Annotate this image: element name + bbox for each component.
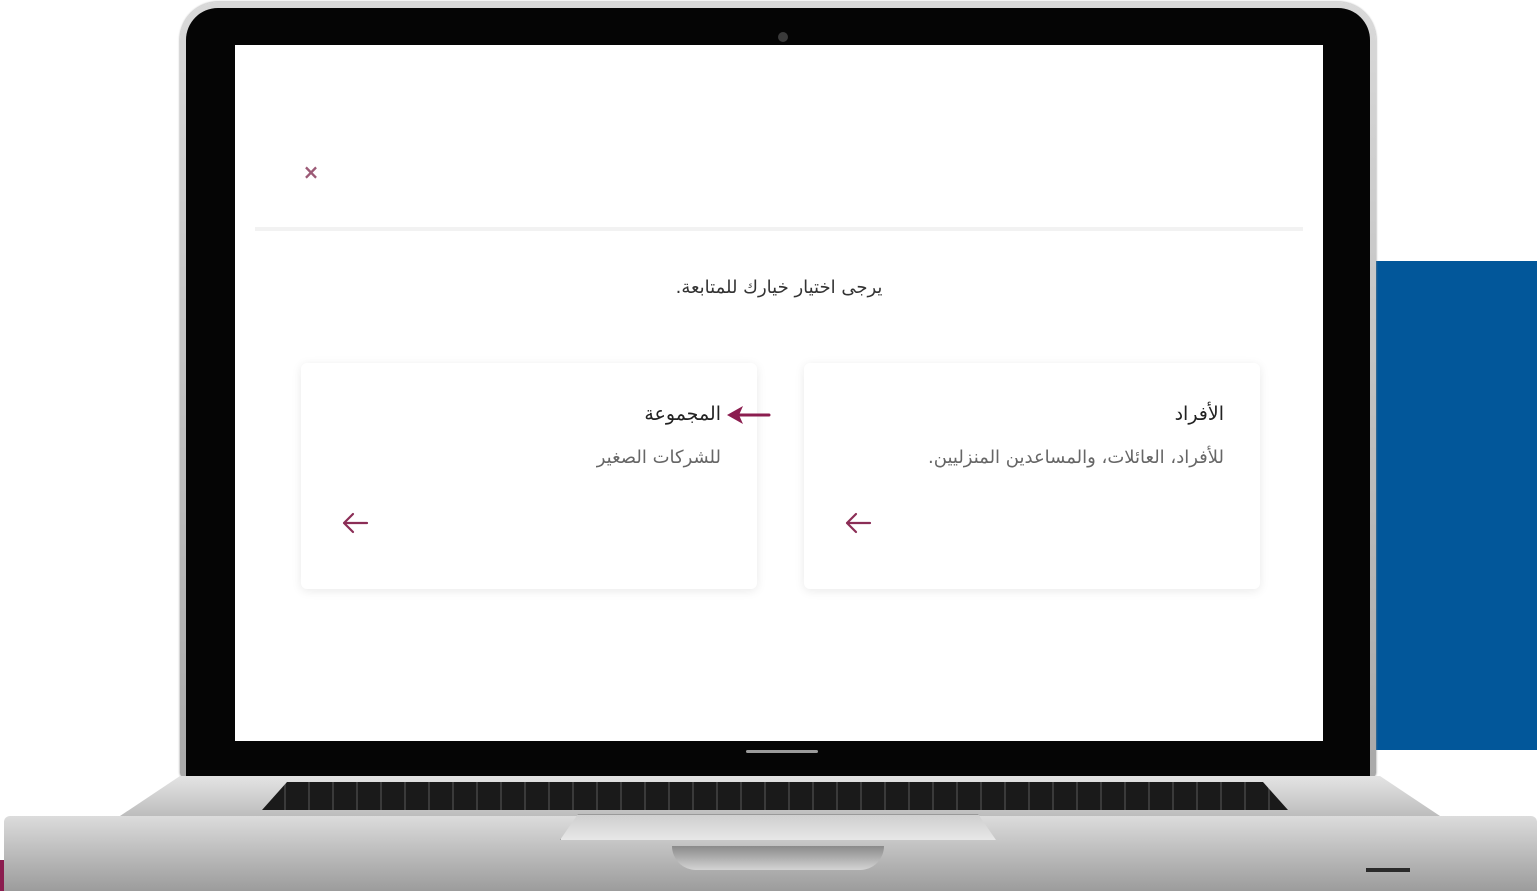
laptop-status-light [1366,868,1410,872]
card-title: الأفراد [1174,403,1224,425]
option-card-group[interactable]: المجموعة للشركات الصغير [301,363,757,589]
page-subtitle: يرجى اختيار خيارك للمتابعة. [675,277,883,298]
card-title: المجموعة [644,403,721,425]
background-blue-panel [1376,261,1537,750]
pointer-arrow-icon [725,403,771,427]
laptop-opening-lip [672,846,884,870]
option-card-individuals[interactable]: الأفراد للأفراد، العائلات، والمساعدين ال… [804,363,1260,589]
laptop-screen: × يرجى اختيار خيارك للمتابعة. الأفراد لل… [235,45,1323,741]
laptop-keyboard [262,782,1288,810]
close-icon[interactable]: × [303,160,320,184]
card-description: للأفراد، العائلات، والمساعدين المنزليين. [928,447,1224,468]
laptop-trackpad [560,814,996,840]
header-divider [255,227,1303,231]
bezel-logo-line [746,750,818,753]
close-button[interactable]: × [301,162,321,182]
card-description: للشركات الصغير [596,447,721,468]
arrow-left-icon[interactable] [842,509,874,537]
camera-icon [778,32,788,42]
arrow-left-icon[interactable] [339,509,371,537]
